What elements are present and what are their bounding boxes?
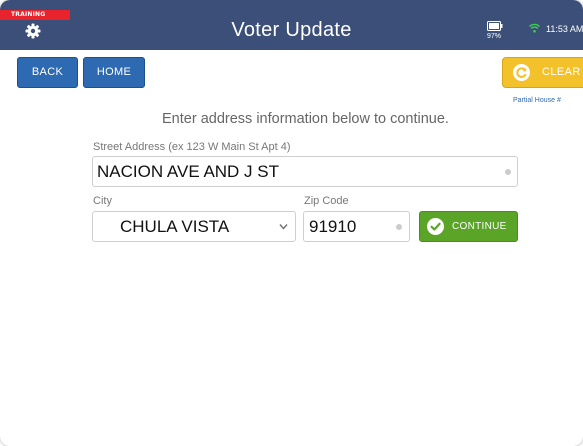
zip-code-value: 91910 — [309, 217, 357, 236]
city-select[interactable]: CHULA VISTA — [92, 211, 296, 242]
back-button[interactable]: BACK — [17, 57, 78, 88]
zip-code-input[interactable]: 91910 — [303, 211, 410, 242]
continue-label: CONTINUE — [452, 221, 507, 232]
zip-code-label: Zip Code — [304, 195, 349, 207]
street-address-input[interactable]: NACION AVE AND J ST — [92, 156, 518, 187]
chevron-down-icon — [279, 224, 288, 230]
city-value: CHULA VISTA — [120, 217, 230, 236]
clear-field-icon[interactable] — [505, 169, 511, 175]
continue-button[interactable]: CONTINUE — [419, 211, 518, 242]
app-header: TRAINING Voter Update 97% 11:53 AM — [0, 0, 583, 50]
clear-field-icon[interactable] — [396, 224, 402, 230]
refresh-icon — [513, 64, 530, 81]
app-window: TRAINING Voter Update 97% 11:53 AM BACK … — [0, 0, 583, 446]
partial-house-link[interactable]: Partial House # — [513, 97, 561, 104]
wifi-icon — [529, 23, 540, 33]
check-circle-icon — [427, 218, 444, 235]
clear-label: CLEAR — [542, 66, 581, 78]
clear-button[interactable]: CLEAR — [502, 57, 583, 88]
street-address-label: Street Address (ex 123 W Main St Apt 4) — [93, 141, 291, 153]
status-clock: 11:53 AM — [546, 24, 583, 34]
home-button[interactable]: HOME — [83, 57, 145, 88]
street-address-value: NACION AVE AND J ST — [97, 162, 280, 181]
city-label: City — [93, 195, 112, 207]
instructions-text: Enter address information below to conti… — [162, 111, 449, 127]
battery-icon — [487, 21, 503, 31]
battery-percent: 97% — [487, 33, 502, 40]
